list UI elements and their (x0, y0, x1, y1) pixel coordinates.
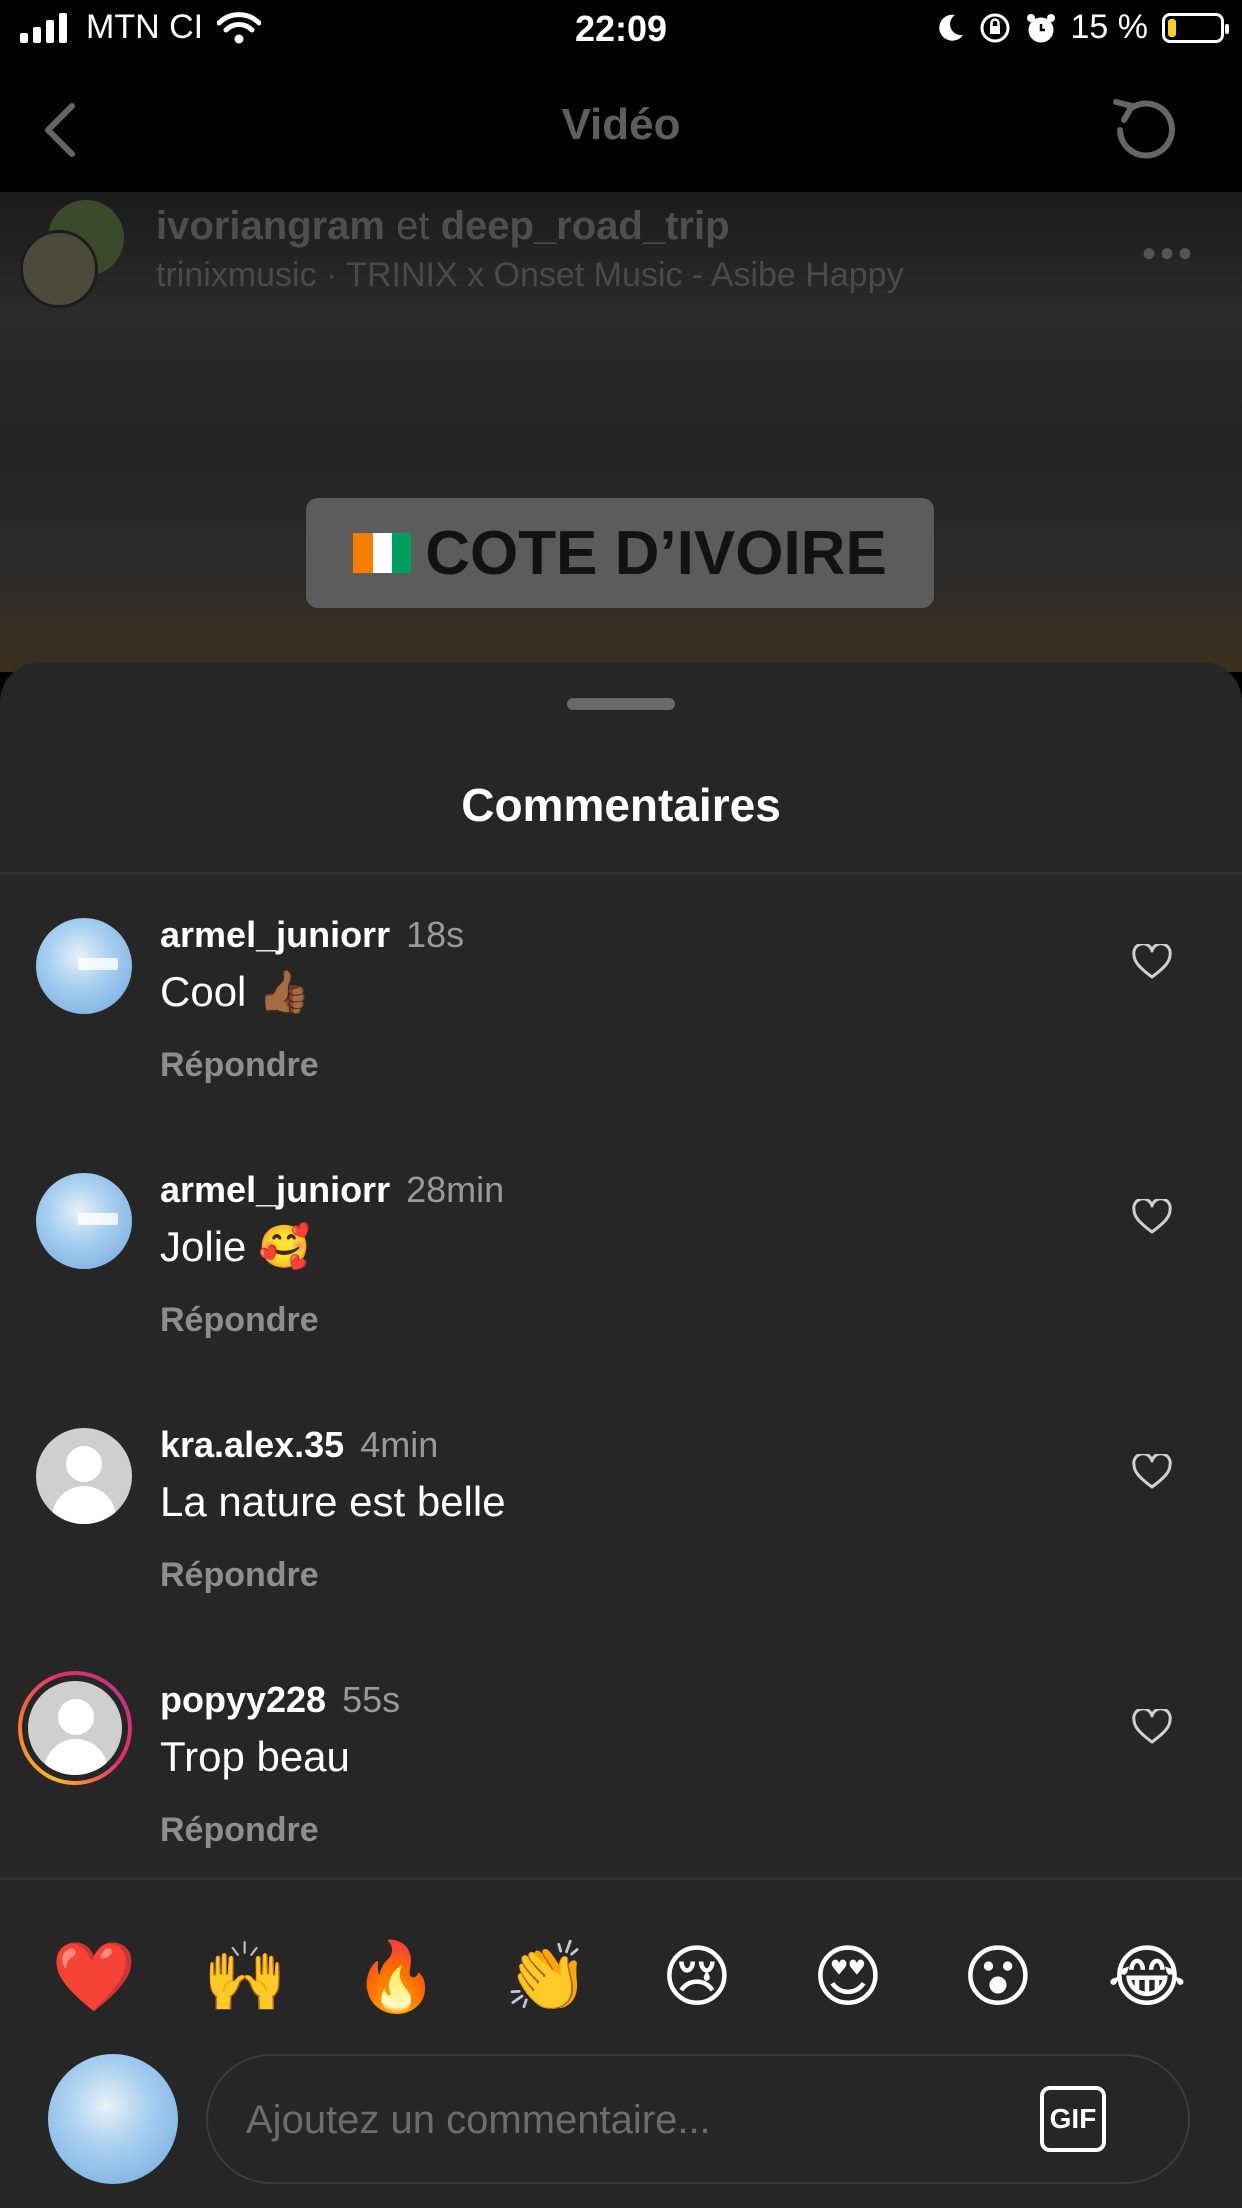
battery-percent: 15 % (1070, 8, 1149, 46)
avatar[interactable] (36, 1428, 132, 1524)
comment-text: Cool 👍🏾 (160, 968, 311, 1015)
sheet-title: Commentaires (461, 779, 781, 831)
comment-item: armel_juniorr 18s Cool 👍🏾 Répondre (0, 914, 1242, 1173)
post-audio-label[interactable]: trinixmusic · TRINIX x Onset Music - Asi… (156, 256, 904, 295)
comment-username[interactable]: armel_juniorr (160, 1169, 390, 1210)
post-author-2[interactable]: deep_road_trip (441, 204, 730, 248)
comment-username[interactable]: popyy228 (160, 1679, 326, 1720)
heart-icon[interactable] (1132, 944, 1172, 980)
alarm-icon (1026, 13, 1055, 42)
avatar[interactable] (36, 918, 132, 1014)
heart-icon[interactable] (1132, 1199, 1172, 1235)
refresh-icon[interactable] (1106, 92, 1182, 168)
post-authors[interactable]: ivoriangram et deep_road_trip (156, 204, 730, 249)
post-avatar-deep-road-trip[interactable] (20, 230, 98, 308)
moon-icon (938, 14, 963, 41)
reaction-fire[interactable]: 🔥 (341, 1922, 451, 2032)
post-author-1[interactable]: ivoriangram (156, 204, 385, 248)
reply-button[interactable]: Répondre (160, 1301, 319, 1340)
my-avatar (48, 2054, 178, 2184)
page-title: Vidéo (561, 100, 681, 149)
heart-icon[interactable] (1132, 1709, 1172, 1745)
heart-icon[interactable] (1132, 1454, 1172, 1490)
reaction-heart[interactable]: ❤️ (39, 1922, 149, 2032)
divider (0, 1878, 1242, 1880)
reaction-crying[interactable]: 😢 (642, 1922, 752, 2032)
comment-input-placeholder: Ajoutez un commentaire... (246, 2098, 711, 2142)
divider (0, 872, 1242, 874)
gif-button[interactable]: GIF (1040, 2086, 1106, 2152)
comment-time: 18s (406, 914, 465, 955)
comment-item: kra.alex.35 4min La nature est belle Rép… (0, 1424, 1242, 1683)
comment-item: popyy228 55s Trop beau Répondre (0, 1671, 1242, 1938)
comment-time: 4min (360, 1424, 439, 1465)
reaction-surprised[interactable]: 😮 (943, 1922, 1053, 2032)
comment-time: 28min (406, 1169, 505, 1210)
reaction-laughing[interactable]: 😂 (1092, 1922, 1202, 2032)
reaction-heart-eyes[interactable]: 😍 (793, 1922, 903, 2032)
reaction-raised-hands[interactable]: 🙌 (190, 1922, 300, 2032)
comment-input[interactable]: Ajoutez un commentaire... GIF (206, 2054, 1190, 2184)
comments-sheet: Commentaires armel_juniorr 18s Cool 👍🏾 R… (0, 662, 1242, 2208)
comment-username[interactable]: kra.alex.35 (160, 1424, 344, 1465)
battery-icon (1162, 12, 1229, 43)
avatar[interactable] (36, 1173, 132, 1269)
status-bar: MTN CI 22:09 15 % (0, 0, 1242, 62)
comment-text: Trop beau (160, 1733, 350, 1780)
comment-text: La nature est belle (160, 1478, 506, 1525)
orientation-lock-icon (980, 13, 1009, 42)
sheet-grabber[interactable] (567, 698, 675, 710)
comment-time: 55s (342, 1679, 401, 1720)
video-banner: COTE D’IVOIRE (306, 498, 934, 608)
quick-reactions-bar: ❤️ 🙌 🔥 👏 😢 😍 😮 😂 (0, 1922, 1242, 2032)
nav-bar: Vidéo (0, 62, 1242, 192)
comment-username[interactable]: armel_juniorr (160, 914, 390, 955)
reaction-clap[interactable]: 👏 (492, 1922, 602, 2032)
reply-button[interactable]: Répondre (160, 1556, 319, 1595)
more-options-icon[interactable]: ••• (1142, 232, 1196, 277)
banner-text: COTE D’IVOIRE (425, 518, 887, 588)
reply-button[interactable]: Répondre (160, 1811, 319, 1850)
comment-item: armel_juniorr 28min Jolie 🥰 Répondre (0, 1169, 1242, 1428)
reply-button[interactable]: Répondre (160, 1046, 319, 1085)
ivory-coast-flag-icon (353, 533, 412, 573)
comment-text: Jolie 🥰 (160, 1223, 311, 1270)
story-ring-avatar[interactable] (18, 1671, 132, 1785)
post-author-joiner: et (396, 204, 430, 248)
